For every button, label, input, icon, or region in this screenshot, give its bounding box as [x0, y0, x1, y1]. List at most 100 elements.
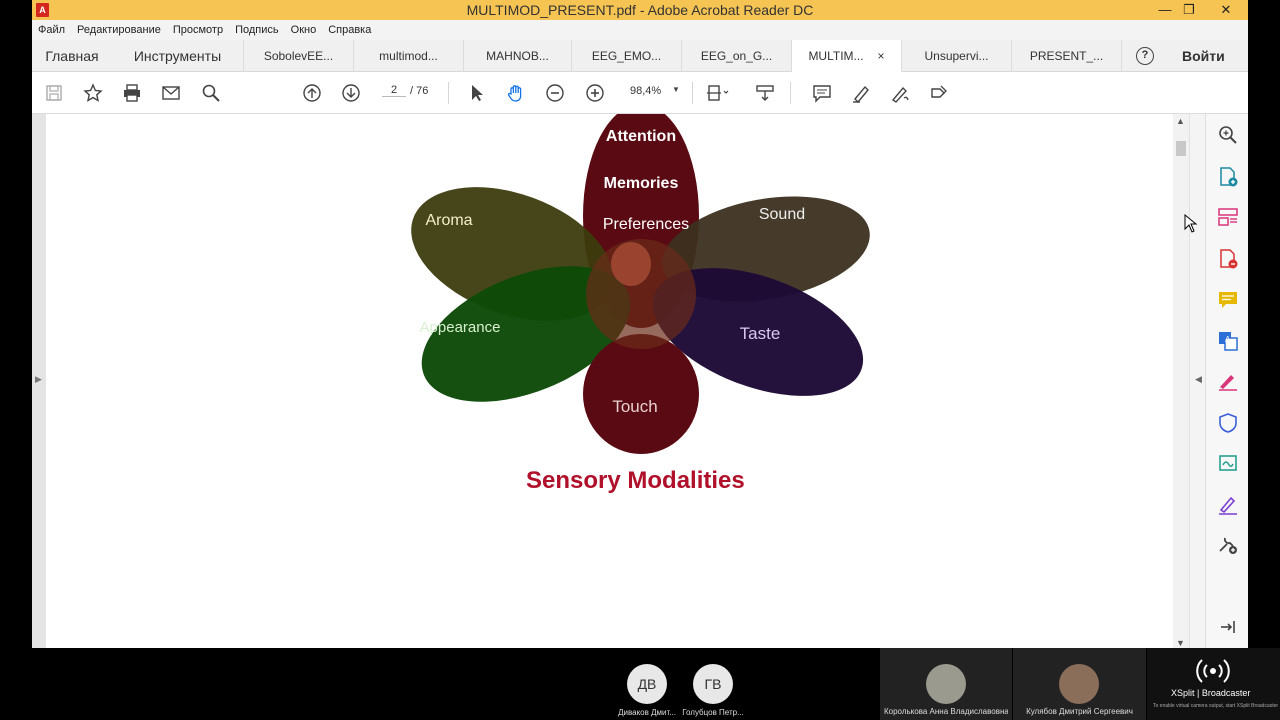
participant-name: Кулябов Дмитрий Сергеевич: [1026, 707, 1133, 716]
tab-document[interactable]: multimod...: [354, 40, 464, 72]
menu-help[interactable]: Справка: [328, 24, 371, 36]
label-appearance: Appearance: [420, 319, 501, 336]
toolbar: 2 / 76 98,4% ▼: [32, 72, 1248, 114]
tab-document[interactable]: EEG_on_G...: [682, 40, 792, 72]
label-preferences: Preferences: [603, 216, 689, 233]
menu-edit[interactable]: Редактирование: [77, 24, 161, 36]
participant-photo: [1059, 664, 1099, 704]
fit-page-icon[interactable]: [704, 82, 734, 104]
save-icon[interactable]: [43, 82, 65, 104]
zoom-out-icon[interactable]: [544, 82, 566, 104]
close-button[interactable]: ✕: [1208, 0, 1244, 20]
svg-text:A: A: [1225, 335, 1231, 344]
fill-sign-tool-icon[interactable]: [1217, 370, 1239, 392]
participant-avatar[interactable]: ДВ: [627, 664, 667, 704]
print-icon[interactable]: [121, 82, 143, 104]
video-tile[interactable]: Королькова Анна Владиславовна: [880, 648, 1012, 720]
tab-document-active[interactable]: MULTIM... ×: [792, 40, 902, 72]
tab-close-icon[interactable]: ×: [878, 49, 885, 63]
participant-avatar[interactable]: ГВ: [693, 664, 733, 704]
label-attention: Attention: [606, 128, 676, 145]
star-icon[interactable]: [82, 82, 104, 104]
fill-sign-icon[interactable]: [928, 82, 950, 104]
more-tools-icon[interactable]: [1217, 534, 1239, 556]
tab-document[interactable]: MAHNOB...: [464, 40, 572, 72]
label-memories: Memories: [604, 175, 679, 192]
email-icon[interactable]: [160, 82, 182, 104]
participant-photo: [926, 664, 966, 704]
highlight-pen-icon[interactable]: [850, 82, 872, 104]
scroll-mode-icon[interactable]: [754, 82, 776, 104]
menu-window[interactable]: Окно: [291, 24, 317, 36]
select-cursor-icon[interactable]: [466, 82, 488, 104]
label-touch: Touch: [612, 397, 657, 416]
scroll-down-icon[interactable]: ▼: [1176, 638, 1185, 648]
tab-bar: Главная Инструменты SobolevEE... multimo…: [32, 40, 1248, 72]
sign-pen-icon[interactable]: [1217, 494, 1239, 516]
xsplit-tile[interactable]: XSplit | Broadcaster To enable virtual c…: [1147, 648, 1280, 720]
send-for-signature-icon[interactable]: [1217, 452, 1239, 474]
xsplit-note: To enable virtual camera output, start X…: [1153, 703, 1279, 709]
protect-shield-icon[interactable]: [1217, 412, 1239, 434]
scroll-up-icon[interactable]: ▲: [1176, 116, 1185, 126]
menu-file[interactable]: Файл: [38, 24, 65, 36]
slide-title: Sensory Modalities: [526, 467, 745, 494]
zoom-in-icon[interactable]: [584, 82, 606, 104]
expand-left-icon[interactable]: ▶: [35, 374, 42, 385]
vertical-scrollbar[interactable]: ▲ ▼: [1173, 114, 1189, 648]
tab-tools[interactable]: Инструменты: [112, 40, 244, 72]
page-total: / 76: [410, 85, 429, 97]
hand-tool-icon[interactable]: [505, 82, 527, 104]
xsplit-brand: XSplit | Broadcaster: [1171, 688, 1251, 698]
menu-sign[interactable]: Подпись: [235, 24, 279, 36]
center-face: [611, 242, 651, 286]
toolbar-divider: [692, 82, 693, 104]
maximize-button[interactable]: ❐: [1174, 0, 1204, 20]
edit-pdf-icon[interactable]: A: [1217, 330, 1239, 352]
mouse-cursor-icon: [1184, 214, 1198, 233]
comment-tool-icon[interactable]: [1217, 289, 1239, 311]
page-number-input[interactable]: 2: [382, 84, 406, 97]
scroll-thumb[interactable]: [1176, 141, 1186, 156]
tab-document[interactable]: Unsupervi...: [902, 40, 1012, 72]
tab-document[interactable]: EEG_EMO...: [572, 40, 682, 72]
help-icon[interactable]: ?: [1136, 47, 1154, 65]
page-down-icon[interactable]: [340, 82, 362, 104]
petal-touch: [583, 334, 699, 454]
tab-document[interactable]: SobolevEE...: [244, 40, 354, 72]
participant-name: Голубцов Петр...: [682, 708, 744, 717]
comment-icon[interactable]: [811, 82, 833, 104]
pane-splitter[interactable]: ◀: [1189, 114, 1205, 648]
zoom-level[interactable]: 98,4%: [630, 85, 661, 97]
page-up-icon[interactable]: [301, 82, 323, 104]
sensory-flower-diagram: Attention Memories Preferences Aroma Sou…: [411, 114, 870, 454]
tools-pane: A: [1205, 114, 1248, 648]
sign-in-button[interactable]: Войти: [1182, 40, 1225, 72]
collapse-pane-icon[interactable]: ◀: [1195, 374, 1202, 385]
export-pdf-icon[interactable]: [1217, 248, 1239, 270]
participant-name: Королькова Анна Владиславовна: [884, 707, 1008, 716]
create-pdf-icon[interactable]: [1217, 166, 1239, 188]
window-title: MULTIMOD_PRESENT.pdf - Adobe Acrobat Rea…: [466, 2, 814, 18]
document-view[interactable]: ▶ Attention Memories Preferences Aroma S…: [32, 114, 1173, 648]
tab-document[interactable]: PRESENT_...: [1012, 40, 1122, 72]
label-aroma: Aroma: [425, 212, 472, 229]
tab-home[interactable]: Главная: [32, 40, 112, 72]
label-sound: Sound: [759, 206, 805, 223]
broadcast-icon: [1196, 659, 1230, 683]
menu-view[interactable]: Просмотр: [173, 24, 223, 36]
toolbar-divider: [790, 82, 791, 104]
draw-icon[interactable]: [889, 82, 911, 104]
acrobat-window: A MULTIMOD_PRESENT.pdf - Adobe Acrobat R…: [32, 0, 1248, 648]
label-taste: Taste: [740, 324, 781, 343]
collapse-tools-icon[interactable]: [1217, 616, 1239, 638]
tab-label: MULTIM...: [808, 49, 864, 63]
zoom-dropdown-icon[interactable]: ▼: [672, 85, 680, 94]
title-bar: A MULTIMOD_PRESENT.pdf - Adobe Acrobat R…: [32, 0, 1248, 20]
toolbar-divider: [448, 82, 449, 104]
zoom-search-icon[interactable]: [1217, 124, 1239, 146]
search-icon[interactable]: [200, 82, 222, 104]
menu-bar: Файл Редактирование Просмотр Подпись Окн…: [32, 20, 1248, 40]
organize-pages-icon[interactable]: [1217, 206, 1239, 228]
video-tile[interactable]: Кулябов Дмитрий Сергеевич: [1013, 648, 1146, 720]
